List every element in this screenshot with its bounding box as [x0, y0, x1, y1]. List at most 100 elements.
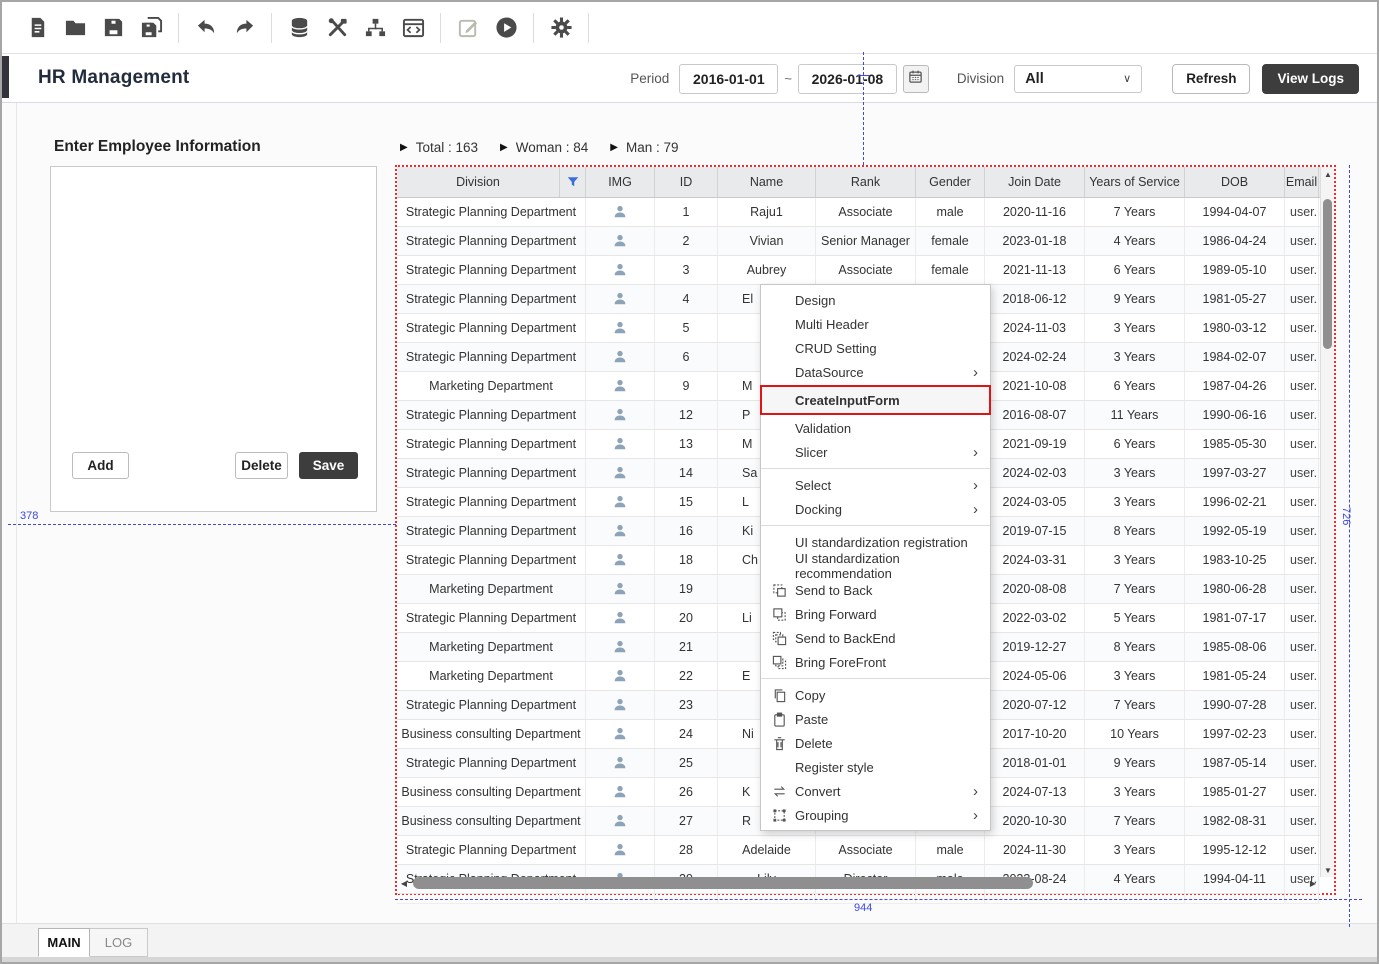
open-folder-icon[interactable] — [62, 15, 88, 41]
tools-icon[interactable] — [324, 15, 350, 41]
sitemap-icon[interactable] — [362, 15, 388, 41]
cell-division: Strategic Planning Department — [397, 401, 586, 429]
view-logs-button[interactable]: View Logs — [1262, 64, 1359, 94]
scroll-down-icon[interactable]: ▼ — [1321, 863, 1335, 877]
column-header-email[interactable]: Email — [1285, 167, 1319, 197]
scroll-up-icon[interactable]: ▲ — [1321, 167, 1335, 181]
cell-gender: male — [916, 836, 985, 864]
cell-join-date: 2022-03-02 — [985, 604, 1085, 632]
add-button[interactable]: Add — [72, 452, 129, 479]
save-button[interactable]: Save — [299, 452, 358, 479]
horizontal-scrollbar-thumb[interactable] — [413, 877, 1033, 889]
vertical-scrollbar[interactable]: ▲ ▼ — [1320, 167, 1334, 877]
table-row[interactable]: Strategic Planning Department28AdelaideA… — [397, 836, 1320, 865]
save-icon[interactable] — [100, 15, 126, 41]
menu-item-bring-forefront[interactable]: Bring ForeFront — [761, 650, 990, 674]
tab-main[interactable]: MAIN — [38, 928, 90, 957]
cell-join-date: 2020-07-12 — [985, 691, 1085, 719]
menu-item-slicer[interactable]: Slicer› — [761, 440, 990, 464]
new-document-icon[interactable] — [24, 15, 50, 41]
edit-icon[interactable] — [455, 15, 481, 41]
cell-years-of-service: 3 Years — [1085, 459, 1185, 487]
person-icon — [586, 807, 655, 835]
cell-division: Strategic Planning Department — [397, 430, 586, 458]
cell-dob: 1989-05-10 — [1185, 256, 1285, 284]
table-row[interactable]: Strategic Planning Department1Raju1Assoc… — [397, 198, 1320, 227]
menu-item-copy[interactable]: Copy — [761, 683, 990, 707]
menu-item-ui-standardization-recommendation[interactable]: UI standardization recommendation — [761, 554, 990, 578]
cell-dob: 1981-05-27 — [1185, 285, 1285, 313]
cell-id: 6 — [655, 343, 718, 371]
person-icon — [586, 720, 655, 748]
menu-item-select[interactable]: Select› — [761, 473, 990, 497]
menu-item-design[interactable]: Design — [761, 288, 990, 312]
menu-item-docking[interactable]: Docking› — [761, 497, 990, 521]
refresh-button[interactable]: Refresh — [1172, 64, 1250, 94]
menu-item-paste[interactable]: Paste — [761, 707, 990, 731]
column-header-dob[interactable]: DOB — [1185, 167, 1285, 197]
menu-item-bring-forward[interactable]: Bring Forward — [761, 602, 990, 626]
menu-item-send-to-backend[interactable]: Send to BackEnd — [761, 626, 990, 650]
menu-item-crud-setting[interactable]: CRUD Setting — [761, 336, 990, 360]
menu-item-grouping[interactable]: Grouping› — [761, 803, 990, 827]
horizontal-scrollbar[interactable]: ◀ ▶ — [397, 875, 1320, 891]
person-icon — [586, 691, 655, 719]
menu-item-validation[interactable]: Validation — [761, 416, 990, 440]
calendar-button[interactable] — [903, 65, 929, 93]
partial-cell — [586, 894, 655, 903]
person-icon — [586, 749, 655, 777]
column-header-join-date[interactable]: Join Date — [985, 167, 1085, 197]
redo-icon[interactable] — [231, 15, 257, 41]
delete-button[interactable]: Delete — [235, 452, 288, 479]
cell-division: Strategic Planning Department — [397, 546, 586, 574]
cell-id: 21 — [655, 633, 718, 661]
cell-email: user... — [1285, 372, 1319, 400]
column-header-division[interactable]: Division — [397, 167, 560, 197]
menu-item-send-to-back[interactable]: Send to Back — [761, 578, 990, 602]
menu-item-label: Copy — [795, 688, 825, 703]
cell-email: user... — [1285, 604, 1319, 632]
menu-item-multi-header[interactable]: Multi Header — [761, 312, 990, 336]
menu-item-delete[interactable]: Delete — [761, 731, 990, 755]
cell-years-of-service: 3 Years — [1085, 314, 1185, 342]
menu-item-label: Bring ForeFront — [795, 655, 886, 670]
column-header-rank[interactable]: Rank — [816, 167, 916, 197]
cell-email: user... — [1285, 227, 1319, 255]
cell-gender: female — [916, 227, 985, 255]
menu-item-label: DataSource — [795, 365, 864, 380]
cell-join-date: 2024-02-03 — [985, 459, 1085, 487]
cell-division: Strategic Planning Department — [397, 488, 586, 516]
column-header-gender[interactable]: Gender — [916, 167, 985, 197]
code-view-icon[interactable] — [400, 15, 426, 41]
cell-division: Business consulting Department — [397, 807, 586, 835]
menu-item-createinputform[interactable]: CreateInputForm — [760, 385, 991, 415]
menu-item-convert[interactable]: Convert› — [761, 779, 990, 803]
column-header-name[interactable]: Name — [718, 167, 816, 197]
cell-dob: 1985-01-27 — [1185, 778, 1285, 806]
table-row[interactable]: Strategic Planning Department3AubreyAsso… — [397, 256, 1320, 285]
column-header-img[interactable]: IMG — [586, 167, 655, 197]
run-icon[interactable] — [493, 15, 519, 41]
column-header-id[interactable]: ID — [655, 167, 718, 197]
cell-id: 15 — [655, 488, 718, 516]
column-header-years-of-service[interactable]: Years of Service — [1085, 167, 1185, 197]
tab-log[interactable]: LOG — [90, 928, 148, 957]
period-to-input[interactable]: 2026-01-08 — [798, 64, 897, 94]
menu-item-datasource[interactable]: DataSource› — [761, 360, 990, 384]
vertical-scrollbar-thumb[interactable] — [1323, 199, 1332, 349]
summary-stats: ▶Total : 163▶Woman : 84▶Man : 79 — [400, 140, 700, 155]
filter-icon[interactable] — [560, 167, 586, 197]
save-all-icon[interactable] — [138, 15, 164, 41]
scroll-left-icon[interactable]: ◀ — [397, 876, 411, 890]
undo-icon[interactable] — [193, 15, 219, 41]
period-from-input[interactable]: 2016-01-01 — [679, 64, 778, 94]
employee-input-card: Add Delete Save — [50, 166, 377, 512]
database-icon[interactable] — [286, 15, 312, 41]
menu-item-register-style[interactable]: Register style — [761, 755, 990, 779]
table-row[interactable]: Strategic Planning Department2VivianSeni… — [397, 227, 1320, 256]
settings-icon[interactable] — [548, 15, 574, 41]
scroll-right-icon[interactable]: ▶ — [1306, 876, 1320, 890]
division-select[interactable]: All ∨ — [1014, 65, 1142, 93]
app-window: HR Management Period 2016-01-01 ~ 2026-0… — [0, 0, 1379, 964]
cell-join-date: 2024-11-30 — [985, 836, 1085, 864]
